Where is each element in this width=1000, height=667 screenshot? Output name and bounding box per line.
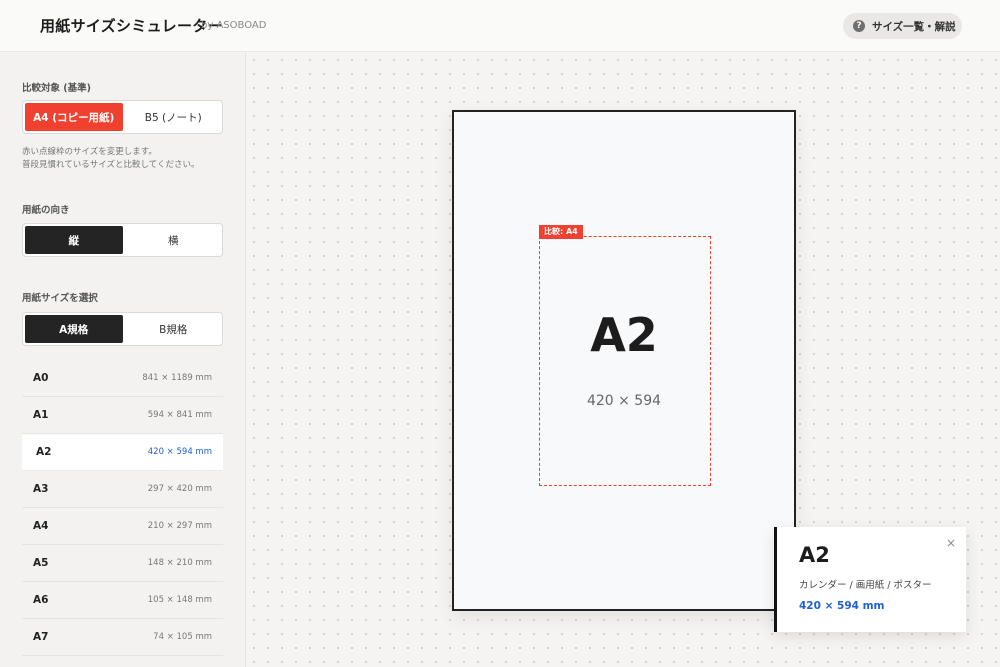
- orientation-toggle: 縦 横: [22, 223, 223, 257]
- sidebar: 比較対象 (基準) A4 (コピー用紙) B5 (ノート) 赤い点線枠のサイズを…: [0, 53, 246, 667]
- compare-note-line-2: 普段見慣れているサイズと比較してください。: [22, 160, 200, 170]
- compare-section-label: 比較対象 (基準): [22, 83, 91, 94]
- help-button-label: サイズ一覧・解説: [872, 20, 956, 33]
- compare-option-b5[interactable]: B5 (ノート): [125, 101, 223, 133]
- compare-note: 赤い点線枠のサイズを変更します。 普段見慣れているサイズと比較してください。: [22, 146, 199, 172]
- series-b[interactable]: B規格: [125, 313, 223, 345]
- app-header: 用紙サイズシミュレーター by ASOBOAD ? サイズ一覧・解説: [0, 0, 1000, 52]
- info-size-usage: カレンダー / 画用紙 / ポスター: [799, 580, 932, 591]
- size-name: A4: [33, 520, 49, 532]
- app-title: 用紙サイズシミュレーター: [40, 17, 223, 35]
- close-icon[interactable]: ×: [946, 536, 956, 550]
- compare-option-a4[interactable]: A4 (コピー用紙): [25, 103, 123, 131]
- size-dims: 594 × 841 mm: [147, 410, 212, 420]
- size-row-a7[interactable]: A7 74 × 105 mm: [22, 619, 223, 656]
- size-dims: 148 × 210 mm: [147, 558, 212, 568]
- paper-size-name: A2: [590, 308, 658, 362]
- series-a[interactable]: A規格: [25, 315, 123, 343]
- size-dims: 105 × 148 mm: [147, 595, 212, 605]
- size-row-a3[interactable]: A3 297 × 420 mm: [22, 471, 223, 508]
- size-name: A1: [33, 409, 49, 421]
- size-row-a0[interactable]: A0 841 × 1189 mm: [22, 360, 223, 397]
- size-dims: 210 × 297 mm: [147, 521, 212, 531]
- size-section-label: 用紙サイズを選択: [22, 293, 98, 304]
- size-name: A0: [33, 372, 49, 384]
- app-byline: by ASOBOAD: [201, 20, 267, 31]
- size-list-help-button[interactable]: ? サイズ一覧・解説: [843, 13, 962, 39]
- size-dims: 74 × 105 mm: [153, 632, 212, 642]
- paper-size-dims: 420 × 594: [586, 393, 662, 409]
- orientation-landscape[interactable]: 横: [125, 224, 223, 256]
- compare-note-line-1: 赤い点線枠のサイズを変更します。: [22, 147, 157, 157]
- preview-canvas: 比較: A4 A2 420 × 594 A2 カレンダー / 画用紙 / ポスタ…: [247, 53, 1000, 667]
- orientation-portrait[interactable]: 縦: [25, 226, 123, 254]
- series-toggle: A規格 B規格: [22, 312, 223, 346]
- size-name: A6: [33, 594, 49, 606]
- compare-target-toggle: A4 (コピー用紙) B5 (ノート): [22, 100, 223, 134]
- size-row-a4[interactable]: A4 210 × 297 mm: [22, 508, 223, 545]
- info-size-dims: 420 × 594 mm: [799, 600, 885, 612]
- size-row-a1[interactable]: A1 594 × 841 mm: [22, 397, 223, 434]
- size-row-a5[interactable]: A5 148 × 210 mm: [22, 545, 223, 582]
- paper-preview: 比較: A4 A2 420 × 594: [452, 110, 796, 611]
- size-name: A2: [36, 446, 52, 458]
- size-row-a6[interactable]: A6 105 × 148 mm: [22, 582, 223, 619]
- size-dims: 420 × 594 mm: [147, 447, 212, 457]
- info-size-name: A2: [799, 543, 830, 567]
- orientation-section-label: 用紙の向き: [22, 205, 70, 216]
- size-info-card: A2 カレンダー / 画用紙 / ポスター 420 × 594 mm ×: [774, 527, 966, 632]
- size-row-a2[interactable]: A2 420 × 594 mm: [22, 434, 223, 471]
- size-name: A5: [33, 557, 49, 569]
- compare-tag: 比較: A4: [539, 225, 583, 239]
- size-list: A0 841 × 1189 mm A1 594 × 841 mm A2 420 …: [22, 360, 223, 656]
- size-dims: 297 × 420 mm: [147, 484, 212, 494]
- size-name: A7: [33, 631, 49, 643]
- size-dims: 841 × 1189 mm: [142, 373, 212, 383]
- size-name: A3: [33, 483, 49, 495]
- question-circle-icon: ?: [853, 20, 865, 32]
